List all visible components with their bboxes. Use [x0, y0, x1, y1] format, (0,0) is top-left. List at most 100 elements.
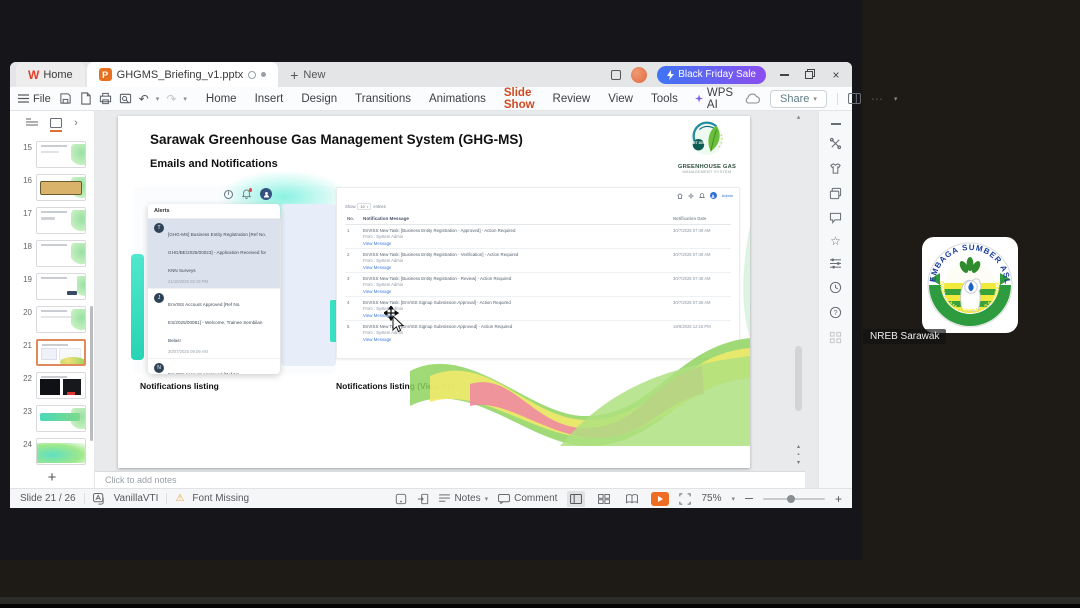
comment-panel-icon[interactable] — [829, 212, 842, 224]
zoom-out-button[interactable] — [744, 497, 753, 500]
black-friday-sale-button[interactable]: Black Friday Sale — [657, 65, 766, 84]
spellcheck-language-icon[interactable] — [92, 492, 106, 505]
menu-slide-show[interactable]: Slide Show — [495, 83, 544, 114]
outline-view-icon[interactable] — [26, 118, 39, 128]
print-preview-icon[interactable] — [119, 92, 132, 105]
menu-wps-ai[interactable]: WPS AI — [687, 87, 744, 111]
switch-window-icon[interactable] — [829, 187, 842, 200]
save-icon[interactable] — [59, 92, 72, 105]
thumbnail-scrollbar[interactable] — [90, 306, 93, 441]
divider — [836, 92, 838, 105]
zoom-slider[interactable] — [762, 494, 825, 503]
slide-subtitle[interactable]: Emails and Notifications — [150, 158, 278, 170]
thumbnail-slide-15[interactable]: 15 — [16, 141, 86, 168]
tab-overview-icon[interactable] — [611, 69, 622, 80]
menu-animations[interactable]: Animations — [420, 89, 495, 108]
account-avatar[interactable] — [631, 66, 648, 83]
menu-home[interactable]: Home — [197, 89, 246, 108]
zoom-level[interactable]: 75% — [701, 493, 721, 504]
vertical-scrollbar[interactable]: ▴ ▴ ▪ ▾ — [792, 111, 805, 471]
restore-button[interactable] — [802, 67, 818, 83]
home-tab[interactable]: W Home — [16, 62, 85, 87]
alert-item: N EnVISS Account Approved [Ref No. ES/20… — [148, 359, 280, 374]
minimize-icon — [779, 74, 789, 77]
collapse-panel-icon[interactable]: › — [74, 117, 78, 129]
cloud-sync-icon[interactable] — [744, 93, 761, 104]
font-missing-warning[interactable]: Font Missing — [192, 493, 249, 504]
menu-view[interactable]: View — [599, 89, 642, 108]
close-button[interactable]: × — [828, 67, 844, 83]
share-button[interactable]: Share ▾ — [770, 89, 827, 108]
workspace: › 15 16 17 18 19 20 21 22 23 24 + Sarawa… — [10, 111, 852, 488]
thumbnail-list: 15 16 17 18 19 20 21 22 23 24 — [16, 141, 86, 465]
new-tab-button[interactable]: + New — [290, 67, 325, 83]
comment-button[interactable]: Comment — [498, 493, 557, 504]
thumbnail-slide-19[interactable]: 19 — [16, 273, 86, 300]
scroll-up-icon[interactable]: ▴ — [792, 113, 805, 121]
new-tab-label: New — [303, 68, 326, 81]
slide-nav-buttons[interactable]: ▴ ▪ ▾ — [792, 443, 805, 467]
page-size-select: 10 ▾ — [357, 203, 372, 210]
more-options-icon[interactable]: ⋯ — [871, 92, 884, 106]
notes-toggle[interactable]: Notes ▾ — [439, 493, 488, 504]
reading-view-button[interactable] — [623, 491, 641, 507]
thumbnail-slide-16[interactable]: 16 — [16, 174, 86, 201]
undo-caret-icon[interactable]: ▾ — [156, 95, 160, 103]
add-slide-button[interactable]: + — [10, 469, 94, 486]
help-icon[interactable]: ? — [829, 306, 842, 319]
thumbnail-slide-20[interactable]: 20 — [16, 306, 86, 333]
repair-tools-icon[interactable] — [829, 137, 842, 150]
fullscreen-icon[interactable] — [679, 492, 692, 505]
slideshow-play-button[interactable] — [651, 491, 670, 506]
settings-sliders-icon[interactable] — [829, 258, 842, 269]
zoom-in-button[interactable]: + — [835, 492, 842, 506]
collapse-ribbon-icon[interactable]: ▾ — [894, 95, 898, 103]
favorites-icon[interactable]: ☆ — [830, 235, 841, 247]
home-tab-label: Home — [43, 68, 73, 81]
skin-template-icon[interactable] — [829, 162, 842, 175]
thumbnail-preview — [36, 438, 86, 465]
thumbnail-preview — [36, 207, 86, 234]
slide-settings-icon[interactable] — [395, 493, 407, 505]
alerts-mockup-image[interactable]: i Alerts T [GHG-MS] Business Entity Regi… — [131, 170, 350, 378]
normal-view-button[interactable] — [567, 490, 586, 507]
thumbnail-slide-21-selected[interactable]: 21 — [16, 339, 86, 366]
notes-caret-icon: ▾ — [484, 495, 489, 503]
scrollbar-thumb[interactable] — [795, 346, 802, 411]
thumbnail-slide-22[interactable]: 22 — [16, 372, 86, 399]
file-menu-label: File — [33, 92, 51, 105]
menu-transitions[interactable]: Transitions — [346, 89, 420, 108]
file-menu[interactable]: File — [18, 93, 51, 105]
history-icon[interactable] — [829, 281, 842, 294]
qat-expand-icon[interactable]: ▾ — [183, 95, 187, 103]
zoom-caret-icon[interactable]: ▾ — [731, 495, 735, 503]
slide-21[interactable]: Sarawak Greenhouse Gas Management System… — [118, 116, 750, 468]
language-status[interactable]: VanillaVTI — [114, 493, 159, 504]
thumbnail-preview — [36, 240, 86, 267]
print-icon[interactable] — [99, 92, 112, 105]
menu-review[interactable]: Review — [544, 89, 600, 108]
apps-grid-icon[interactable] — [829, 331, 842, 344]
slide-view-icon[interactable] — [50, 118, 63, 132]
zoom-slider-knob[interactable] — [786, 494, 795, 503]
redo-button[interactable]: ↷ — [166, 92, 176, 106]
thumbnail-slide-24[interactable]: 24 — [16, 438, 86, 465]
sidebar-toggle-icon[interactable] — [847, 93, 861, 104]
menu-design[interactable]: Design — [292, 89, 346, 108]
document-tab[interactable]: P GHGMS_Briefing_v1.pptx — [86, 62, 279, 87]
minimize-button[interactable] — [776, 67, 792, 83]
fit-slide-icon[interactable] — [417, 493, 429, 505]
menu-insert[interactable]: Insert — [246, 89, 293, 108]
thumbnail-slide-17[interactable]: 17 — [16, 207, 86, 234]
slide-title[interactable]: Sarawak Greenhouse Gas Management System… — [150, 132, 523, 147]
svg-text:?: ? — [834, 310, 838, 317]
left-caption[interactable]: Notifications listing — [140, 381, 219, 391]
thumbnail-slide-23[interactable]: 23 — [16, 405, 86, 432]
export-pdf-icon[interactable] — [79, 92, 92, 105]
menu-tools[interactable]: Tools — [642, 89, 687, 108]
notes-pane[interactable]: Click to add notes — [95, 471, 805, 488]
slide-sorter-view-button[interactable] — [595, 491, 613, 507]
hide-panel-icon[interactable] — [830, 123, 841, 125]
undo-button[interactable]: ↶ — [139, 92, 149, 106]
thumbnail-slide-18[interactable]: 18 — [16, 240, 86, 267]
